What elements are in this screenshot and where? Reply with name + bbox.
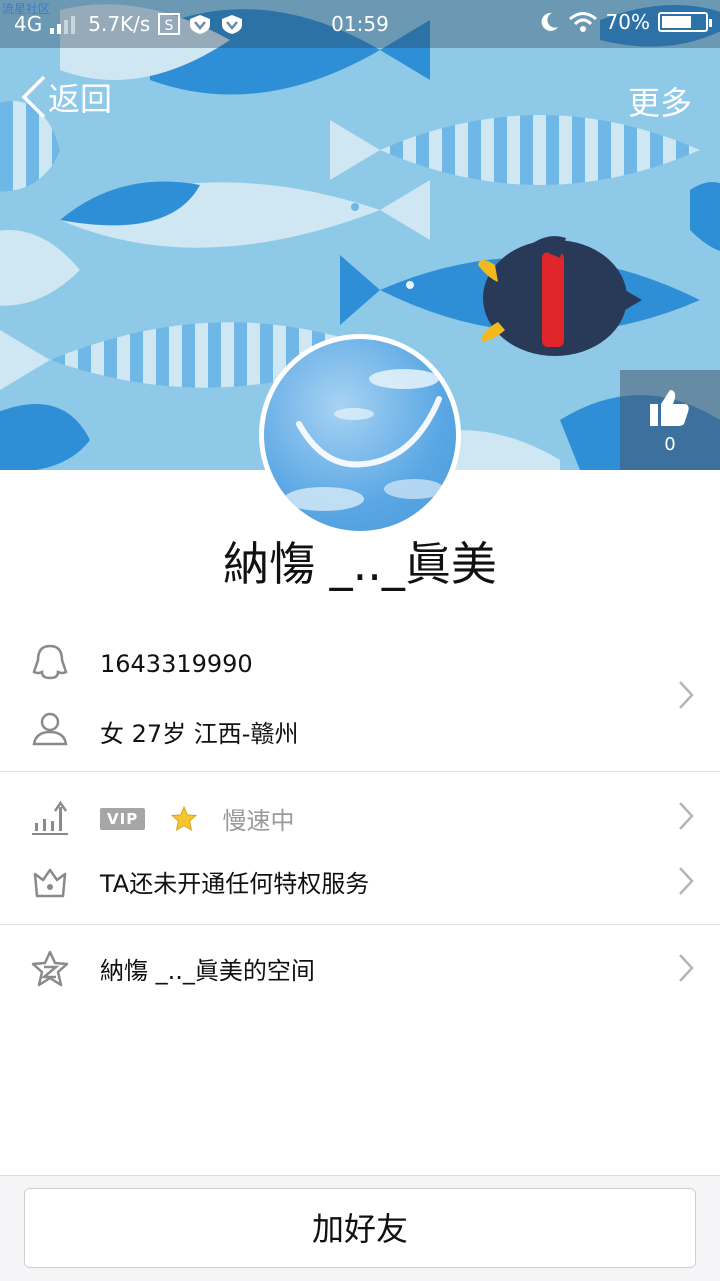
basic-info-row[interactable]: 1643319990 女 27岁 江西-赣州	[0, 630, 720, 770]
user-icon	[32, 712, 68, 746]
privilege-row[interactable]: TA还未开通任何特权服务	[0, 848, 720, 912]
divider	[0, 924, 720, 925]
bottom-bar: 加好友	[0, 1175, 720, 1281]
qzone-text: 納慯 _.._眞美的空间	[100, 957, 315, 985]
chevron-right-icon	[679, 802, 694, 830]
level-chart-icon	[32, 800, 68, 835]
profile-nickname: 納慯 _.._眞美	[223, 537, 497, 591]
divider	[0, 771, 720, 772]
more-button[interactable]: 更多	[628, 78, 692, 124]
qzone-star-icon	[31, 950, 69, 987]
crown-icon	[33, 868, 67, 898]
qq-penguin-icon	[32, 644, 68, 680]
chevron-right-icon	[679, 954, 694, 982]
vip-row[interactable]: VIP 慢速中	[0, 785, 720, 847]
avatar-sky-image	[284, 369, 444, 511]
battery-percent: 70%	[605, 10, 650, 34]
gender-age-location: 女 27岁 江西-赣州	[100, 720, 299, 748]
chevron-left-icon	[21, 75, 46, 119]
chevron-right-icon	[679, 867, 694, 895]
star-icon	[170, 805, 198, 831]
like-count: 0	[664, 434, 676, 455]
thumbs-up-icon	[650, 390, 689, 426]
qzone-row[interactable]: 納慯 _.._眞美的空间	[0, 935, 720, 1001]
back-button[interactable]: 返回	[18, 74, 112, 120]
wifi-icon	[568, 12, 597, 32]
status-bar: 流星社区 4G 5.7K/s S 01:59 70%	[0, 0, 720, 48]
avatar[interactable]	[259, 334, 461, 536]
like-button[interactable]: 0	[620, 370, 720, 470]
vip-badge: VIP	[100, 807, 146, 830]
chevron-right-icon	[679, 681, 694, 709]
battery-icon	[658, 12, 712, 32]
moon-icon	[541, 12, 558, 31]
back-label: 返回	[48, 80, 113, 118]
qq-number: 1643319990	[100, 650, 253, 678]
add-friend-button[interactable]: 加好友	[24, 1188, 696, 1268]
privilege-text: TA还未开通任何特权服务	[100, 870, 370, 898]
vip-status: 慢速中	[222, 807, 295, 835]
